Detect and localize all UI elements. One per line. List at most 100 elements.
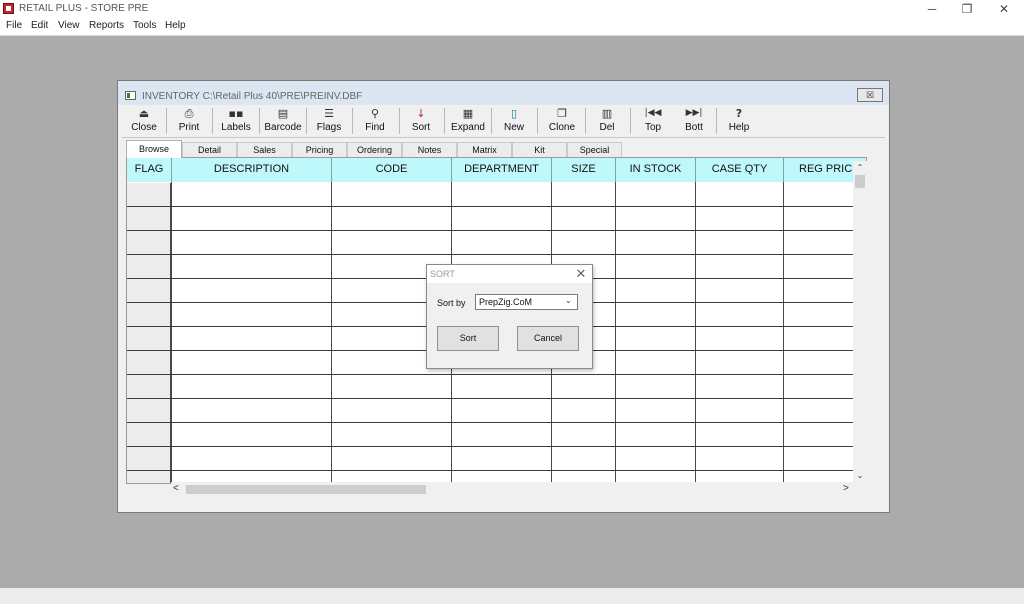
grid-row-divider [127, 206, 866, 207]
barcode-icon: ▤ [277, 107, 289, 120]
column-header-code[interactable]: CODE [332, 158, 452, 182]
flag-cell[interactable] [127, 255, 171, 279]
flag-cell[interactable] [127, 471, 171, 483]
menu-view[interactable]: View [58, 20, 80, 31]
grid-column-divider [615, 182, 616, 483]
inventory-window-title: INVENTORY C:\Retail Plus 40\PRE\PREINV.D… [142, 91, 363, 102]
grid-row-divider [127, 374, 866, 375]
column-header-flag[interactable]: FLAG [127, 158, 172, 182]
menu-file[interactable]: File [6, 20, 22, 31]
menu-reports[interactable]: Reports [89, 20, 124, 31]
inventory-close-button[interactable]: ☒ [857, 88, 883, 102]
sort-button[interactable]: Sort [437, 326, 499, 351]
flag-cell[interactable] [127, 399, 171, 423]
toolbar-separator [166, 108, 167, 134]
tab-matrix[interactable]: Matrix [457, 142, 512, 157]
toolbar-delete-button[interactable]: ▥ Del [594, 107, 620, 135]
toolbar-separator [537, 108, 538, 134]
toolbar-top-button[interactable]: |◀◀ Top [638, 107, 668, 135]
toolbar-flags-label: Flags [316, 122, 342, 133]
grid-column-divider [695, 182, 696, 483]
flag-cell[interactable] [127, 231, 171, 255]
flag-cell[interactable] [127, 303, 171, 327]
vertical-scrollbar[interactable]: ⌃ ⌄ [853, 161, 867, 484]
toolbar-barcode-button[interactable]: ▤ Barcode [263, 107, 303, 135]
toolbar-bottom-label: Bott [685, 122, 703, 133]
minimize-button[interactable]: ─ [913, 0, 951, 18]
toolbar-labels-label: Labels [221, 122, 251, 133]
sort-by-select[interactable]: PrepZig.CoM ⌄ [475, 294, 578, 310]
close-icon[interactable]: ✕ [573, 266, 589, 282]
toolbar-help-button[interactable]: ? Help [724, 107, 754, 135]
toolbar-new-button[interactable]: ▯ New [498, 107, 530, 135]
vertical-scroll-thumb[interactable] [855, 175, 865, 188]
tab-sales[interactable]: Sales [237, 142, 292, 157]
toolbar-print-button[interactable]: ⎙ Print [174, 107, 204, 135]
tab-special[interactable]: Special [567, 142, 622, 157]
sort-az-icon: ↓ [416, 107, 426, 120]
flag-cell[interactable] [127, 351, 171, 375]
toolbar-separator [716, 108, 717, 134]
flag-cell[interactable] [127, 447, 171, 471]
menu-tools[interactable]: Tools [133, 20, 156, 31]
column-header-description[interactable]: DESCRIPTION [172, 158, 332, 182]
sort-by-label: Sort by [437, 298, 466, 308]
tab-browse[interactable]: Browse [126, 140, 182, 158]
toolbar-separator [212, 108, 213, 134]
labels-icon: ▪▪ [228, 107, 244, 120]
tab-ordering[interactable]: Ordering [347, 142, 402, 157]
tab-notes[interactable]: Notes [402, 142, 457, 157]
restore-button[interactable]: ❐ [948, 0, 986, 18]
horizontal-scroll-thumb[interactable] [186, 485, 426, 494]
tab-kit[interactable]: Kit [512, 142, 567, 157]
scroll-down-icon[interactable]: ⌄ [853, 469, 867, 483]
toolbar-sort-label: Sort [411, 122, 431, 133]
toolbar-separator [585, 108, 586, 134]
toolbar-close-button[interactable]: ⏏ Close [128, 107, 160, 135]
tab-detail[interactable]: Detail [182, 142, 237, 157]
sort-dialog-title-bar: SORT ✕ [427, 265, 592, 283]
sort-dialog-title: SORT [430, 269, 455, 279]
expand-grid-icon: ▦ [462, 107, 474, 120]
first-record-icon: |◀◀ [644, 108, 662, 118]
toolbar-sort-button[interactable]: ↓ Sort [406, 107, 436, 135]
flags-list-icon: ☰ [324, 107, 334, 120]
tab-pricing[interactable]: Pricing [292, 142, 347, 157]
toolbar-find-button[interactable]: ⚲ Find [359, 107, 391, 135]
inventory-window-icon [125, 91, 136, 100]
column-header-in-stock[interactable]: IN STOCK [616, 158, 696, 182]
flag-cell[interactable] [127, 327, 171, 351]
flag-cell[interactable] [127, 207, 171, 231]
column-header-department[interactable]: DEPARTMENT [452, 158, 552, 182]
grid-row-divider [127, 470, 866, 471]
toolbar-labels-button[interactable]: ▪▪ Labels [219, 107, 253, 135]
flag-cell[interactable] [127, 375, 171, 399]
flag-cell[interactable] [127, 183, 171, 207]
toolbar-flags-button[interactable]: ☰ Flags [312, 107, 346, 135]
sort-by-value: PrepZig.CoM [479, 297, 533, 307]
scroll-right-icon[interactable]: > [843, 482, 857, 496]
scroll-up-icon[interactable]: ⌃ [853, 161, 867, 175]
toolbar-expand-button[interactable]: ▦ Expand [450, 107, 486, 135]
close-button[interactable]: ✕ [985, 0, 1023, 18]
toolbar-bottom-button[interactable]: ▶▶| Bott [678, 107, 710, 135]
scroll-left-icon[interactable]: < [173, 482, 187, 496]
cancel-button[interactable]: Cancel [517, 326, 579, 351]
printer-icon: ⎙ [184, 107, 194, 120]
horizontal-scrollbar[interactable]: < > [171, 482, 867, 496]
column-header-size[interactable]: SIZE [552, 158, 616, 182]
menu-help[interactable]: Help [165, 20, 186, 31]
flag-cell[interactable] [127, 279, 171, 303]
app-title-bar: RETAIL PLUS - STORE PRE ─ ❐ ✕ [0, 0, 1024, 18]
help-icon: ? [735, 107, 743, 120]
flag-cell[interactable] [127, 423, 171, 447]
last-record-icon: ▶▶| [685, 108, 703, 118]
toolbar-separator [491, 108, 492, 134]
chevron-down-icon: ⌄ [565, 296, 572, 305]
menu-edit[interactable]: Edit [31, 20, 48, 31]
toolbar-delete-label: Del [599, 122, 615, 133]
new-document-icon: ▯ [510, 107, 518, 120]
app-logo-icon [3, 3, 14, 14]
column-header-case-qty[interactable]: CASE QTY [696, 158, 784, 182]
toolbar-clone-button[interactable]: ❐ Clone [545, 107, 579, 135]
